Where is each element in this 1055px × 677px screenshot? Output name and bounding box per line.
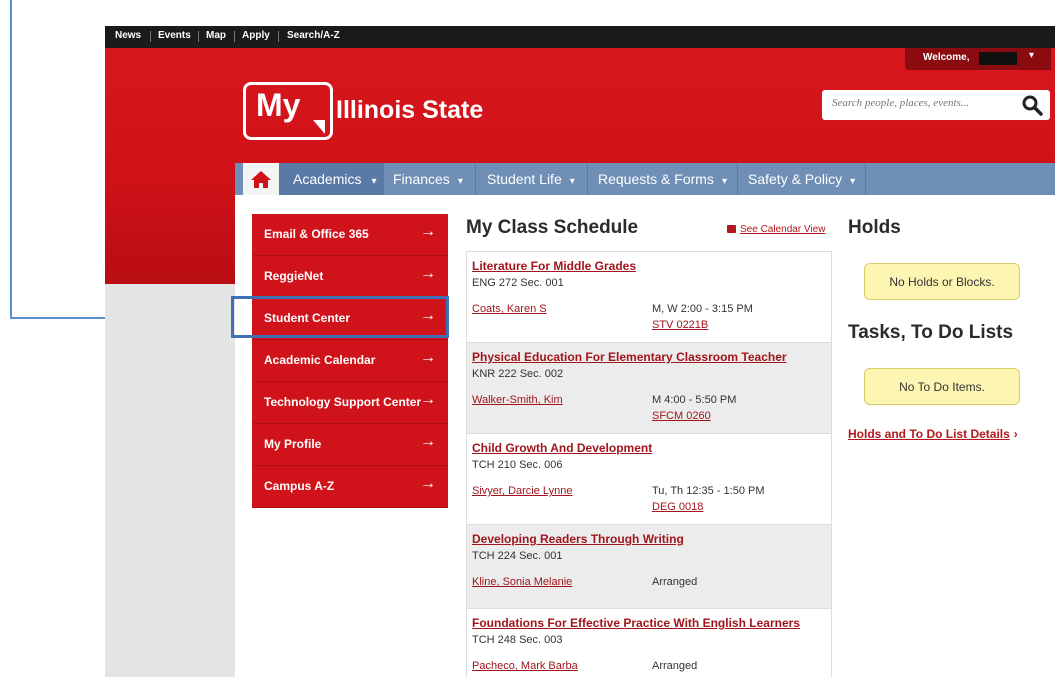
menu-item-label: My Profile bbox=[264, 437, 322, 451]
arrow-right-icon: → bbox=[420, 265, 436, 282]
instructor-link[interactable]: Walker-Smith, Kim bbox=[472, 394, 563, 406]
course-card: Developing Readers Through Writing TCH 2… bbox=[466, 524, 832, 609]
tasks-message: No To Do Items. bbox=[899, 380, 985, 394]
browser-page: News Events Map Apply Search/A-Z Welcome… bbox=[105, 26, 1055, 677]
nav-divider bbox=[737, 163, 738, 195]
course-time: Arranged bbox=[652, 660, 698, 672]
topbar-divider bbox=[198, 31, 199, 42]
see-calendar-link[interactable]: See Calendar View bbox=[727, 224, 825, 235]
topbar-divider bbox=[150, 31, 151, 42]
room-link[interactable]: SFCM 0260 bbox=[652, 410, 711, 422]
topbar-divider bbox=[278, 31, 279, 42]
chevron-down-icon: ▾ bbox=[850, 176, 856, 187]
topbar-link-apply[interactable]: Apply bbox=[242, 26, 270, 48]
annotation-highlight-box bbox=[231, 296, 449, 338]
tasks-title: Tasks, To Do Lists bbox=[848, 322, 1014, 343]
topbar-link-news[interactable]: News bbox=[115, 26, 141, 48]
tasks-notice: No To Do Items. bbox=[864, 368, 1020, 405]
main-nav: Academics ▾ Finances ▾ Student Life ▾ Reque… bbox=[235, 163, 1055, 195]
welcome-label: Welcome, bbox=[923, 52, 970, 63]
menu-item-label: Academic Calendar bbox=[264, 353, 376, 367]
menu-item-label: Campus A-Z bbox=[264, 479, 335, 493]
tab-finances[interactable]: Finances ▾ bbox=[393, 163, 463, 195]
menu-item-reggienet[interactable]: ReggieNet → bbox=[252, 256, 448, 298]
nav-divider bbox=[475, 163, 476, 195]
instructor-link[interactable]: Kline, Sonia Melanie bbox=[472, 576, 572, 588]
tab-requests-forms[interactable]: Requests & Forms ▾ bbox=[598, 163, 727, 195]
course-title-link[interactable]: Developing Readers Through Writing bbox=[472, 532, 684, 546]
course-title-link[interactable]: Foundations For Effective Practice With … bbox=[472, 616, 800, 630]
course-section: TCH 248 Sec. 003 bbox=[472, 634, 563, 646]
menu-item-label: Technology Support Center bbox=[264, 395, 422, 409]
menu-item-label: ReggieNet bbox=[264, 269, 324, 283]
see-calendar-label: See Calendar View bbox=[740, 224, 826, 235]
home-button[interactable] bbox=[243, 163, 279, 195]
instructor-link[interactable]: Coats, Karen S bbox=[472, 303, 547, 315]
topbar-link-events[interactable]: Events bbox=[158, 26, 191, 48]
holds-notice: No Holds or Blocks. bbox=[864, 263, 1020, 300]
arrow-right-icon: → bbox=[420, 349, 436, 366]
holds-details-link[interactable]: Holds and To Do List Details › bbox=[848, 427, 1018, 441]
room-link[interactable]: DEG 0018 bbox=[652, 501, 703, 513]
course-card: Physical Education For Elementary Classr… bbox=[466, 342, 832, 434]
logo-speech-tail bbox=[313, 120, 325, 134]
annotation-line-vertical bbox=[10, 0, 12, 319]
menu-item-academic-calendar[interactable]: Academic Calendar → bbox=[252, 340, 448, 382]
tab-academics[interactable]: Academics ▾ bbox=[279, 163, 384, 195]
arrow-right-icon: → bbox=[420, 433, 436, 450]
holds-message: No Holds or Blocks. bbox=[889, 275, 995, 289]
redacted-username bbox=[979, 52, 1017, 65]
arrow-right-icon: → bbox=[420, 223, 436, 240]
menu-item-label: Email & Office 365 bbox=[264, 227, 369, 241]
instructor-link[interactable]: Pacheco, Mark Barba bbox=[472, 660, 578, 672]
topbar-link-search-az[interactable]: Search/A-Z bbox=[287, 26, 340, 48]
nav-divider bbox=[865, 163, 866, 195]
holds-title: Holds bbox=[848, 217, 901, 238]
menu-item-technology-support-center[interactable]: Technology Support Center → bbox=[252, 382, 448, 424]
course-card: Foundations For Effective Practice With … bbox=[466, 608, 832, 677]
course-card: Child Growth And Development TCH 210 Sec… bbox=[466, 433, 832, 525]
calendar-icon bbox=[727, 225, 736, 233]
welcome-menu[interactable]: Welcome, ▾ bbox=[905, 48, 1051, 70]
course-time: Arranged bbox=[652, 576, 698, 588]
search-input[interactable] bbox=[830, 96, 1014, 110]
chevron-down-icon: ▾ bbox=[457, 176, 463, 187]
menu-item-my-profile[interactable]: My Profile → bbox=[252, 424, 448, 466]
tab-safety-policy[interactable]: Safety & Policy ▾ bbox=[748, 163, 855, 195]
instructor-link[interactable]: Sivyer, Darcie Lynne bbox=[472, 485, 572, 497]
menu-item-campus-az[interactable]: Campus A-Z → bbox=[252, 466, 448, 508]
course-title-link[interactable]: Literature For Middle Grades bbox=[472, 259, 636, 273]
course-section: TCH 224 Sec. 001 bbox=[472, 550, 563, 562]
course-card: Literature For Middle Grades ENG 272 Sec… bbox=[466, 251, 832, 343]
chevron-right-icon: › bbox=[1013, 427, 1018, 441]
holds-details-label: Holds and To Do List Details bbox=[848, 427, 1010, 441]
logo-text: My bbox=[256, 87, 301, 123]
search-icon[interactable] bbox=[1020, 93, 1044, 117]
site-title: Illinois State bbox=[336, 96, 484, 124]
chevron-down-icon: ▾ bbox=[721, 176, 727, 187]
course-time: M, W 2:00 - 3:15 PM bbox=[652, 303, 753, 315]
home-icon bbox=[251, 171, 271, 188]
course-title-link[interactable]: Physical Education For Elementary Classr… bbox=[472, 350, 787, 364]
tab-student-life[interactable]: Student Life ▾ bbox=[487, 163, 575, 195]
course-time: M 4:00 - 5:50 PM bbox=[652, 394, 737, 406]
chevron-down-icon: ▾ bbox=[371, 176, 377, 187]
topbar-link-map[interactable]: Map bbox=[206, 26, 226, 48]
arrow-right-icon: → bbox=[420, 391, 436, 408]
room-link[interactable]: STV 0221B bbox=[652, 319, 708, 331]
topbar-divider bbox=[234, 31, 235, 42]
search-box bbox=[822, 90, 1050, 120]
chevron-down-icon: ▾ bbox=[569, 176, 575, 187]
arrow-right-icon: → bbox=[420, 475, 436, 492]
menu-item-email-office365[interactable]: Email & Office 365 → bbox=[252, 214, 448, 256]
course-time: Tu, Th 12:35 - 1:50 PM bbox=[652, 485, 765, 497]
utility-bar: News Events Map Apply Search/A-Z bbox=[105, 26, 1055, 48]
course-section: TCH 210 Sec. 006 bbox=[472, 459, 563, 471]
schedule-title: My Class Schedule bbox=[466, 217, 639, 238]
nav-divider bbox=[587, 163, 588, 195]
course-title-link[interactable]: Child Growth And Development bbox=[472, 441, 652, 455]
chevron-down-icon: ▾ bbox=[1029, 50, 1035, 61]
course-section: KNR 222 Sec. 002 bbox=[472, 368, 564, 380]
course-section: ENG 272 Sec. 001 bbox=[472, 277, 564, 289]
